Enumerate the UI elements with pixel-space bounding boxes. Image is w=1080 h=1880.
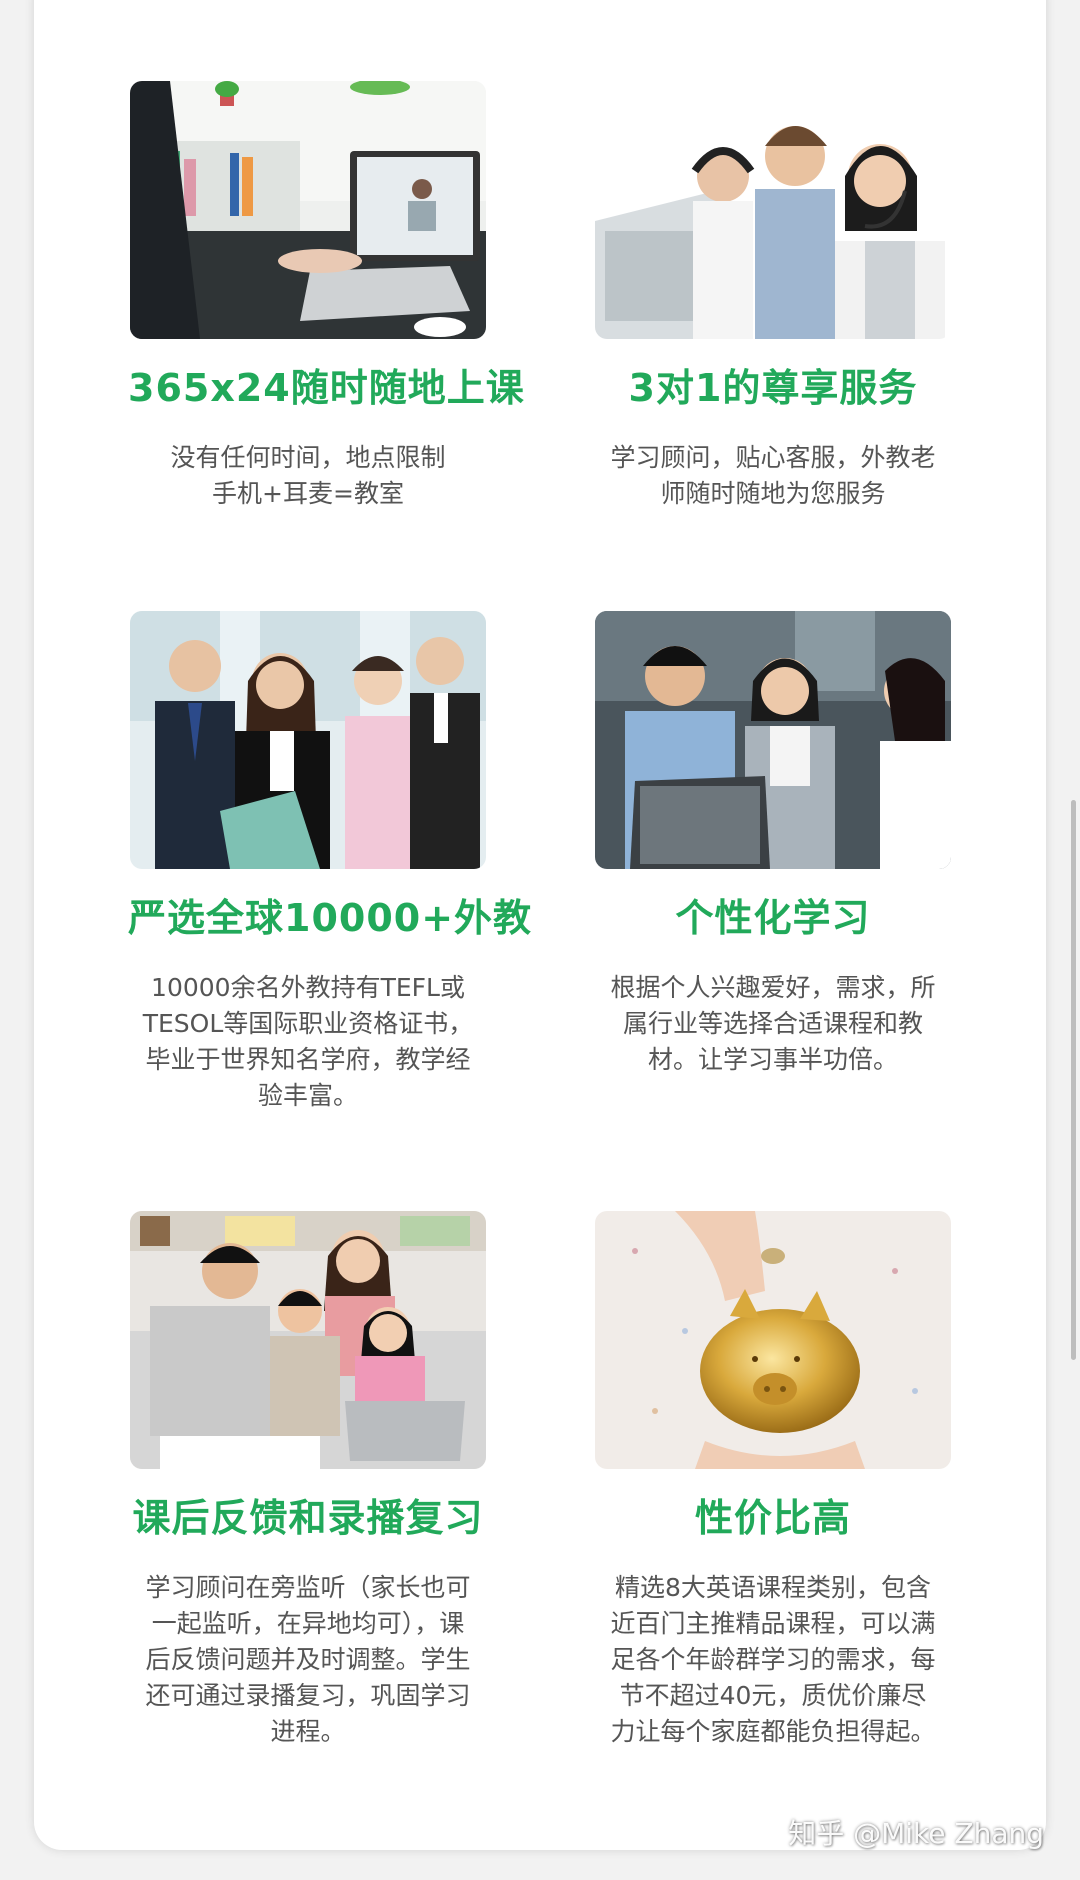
feature-cost-effective: 性价比高 精选8大英语课程类别，包含 近百门主推精品课程，可以满 足各个年龄群学…: [593, 1211, 953, 1750]
photo-customer-service-team: [595, 81, 951, 339]
feature-title: 3对1的尊享服务: [628, 366, 918, 410]
feature-vip-service: 3对1的尊享服务 学习顾问，贴心客服，外教老 师随时随地为您服务: [593, 81, 953, 512]
feature-description: 学习顾问，贴心客服，外教老 师随时随地为您服务: [610, 443, 936, 508]
watermark: 知乎 @Mike Zhang: [788, 1817, 1044, 1850]
feature-card: 365x24随时随地上课 没有任何时间，地点限制 手机+耳麦=教室 3对1的尊享…: [34, 0, 1046, 1850]
photo-family-laptop: [130, 1211, 486, 1469]
feature-personalized-learning: 个性化学习 根据个人兴趣爱好，需求，所 属行业等选择合适课程和教 材。让学习事半…: [593, 611, 953, 1078]
feature-description: 10000余名外教持有TEFL或 TESOL等国际职业资格证书， 毕业于世界知名…: [142, 973, 474, 1110]
feature-description: 学习顾问在旁监听（家长也可 一起监听，在异地均可），课 后反馈问题并及时调整。学…: [145, 1573, 471, 1746]
feature-title: 课后反馈和录播复习: [132, 1496, 484, 1540]
photo-piggy-bank: [595, 1211, 951, 1469]
feature-online-class: 365x24随时随地上课 没有任何时间，地点限制 手机+耳麦=教室: [128, 81, 525, 512]
feature-global-teachers: 严选全球10000+外教 10000余名外教持有TEFL或 TESOL等国际职业…: [128, 611, 533, 1114]
photo-laptop-online-class: [130, 81, 486, 339]
photo-students-laptop: [595, 611, 951, 869]
feature-title: 严选全球10000+外教: [128, 896, 533, 940]
feature-description: 根据个人兴趣爱好，需求，所 属行业等选择合适课程和教 材。让学习事半功倍。: [610, 973, 936, 1074]
feature-title: 性价比高: [694, 1496, 851, 1540]
feature-description: 没有任何时间，地点限制 手机+耳麦=教室: [170, 443, 446, 508]
scrollbar[interactable]: [1071, 800, 1076, 1360]
feature-title: 个性化学习: [675, 896, 871, 940]
feature-description: 精选8大英语课程类别，包含 近百门主推精品课程，可以满 足各个年龄群学习的需求，…: [610, 1573, 936, 1746]
feature-feedback-review: 课后反馈和录播复习 学习顾问在旁监听（家长也可 一起监听，在异地均可），课 后反…: [128, 1211, 488, 1750]
photo-business-teachers: [130, 611, 486, 869]
feature-title: 365x24随时随地上课: [128, 366, 525, 410]
